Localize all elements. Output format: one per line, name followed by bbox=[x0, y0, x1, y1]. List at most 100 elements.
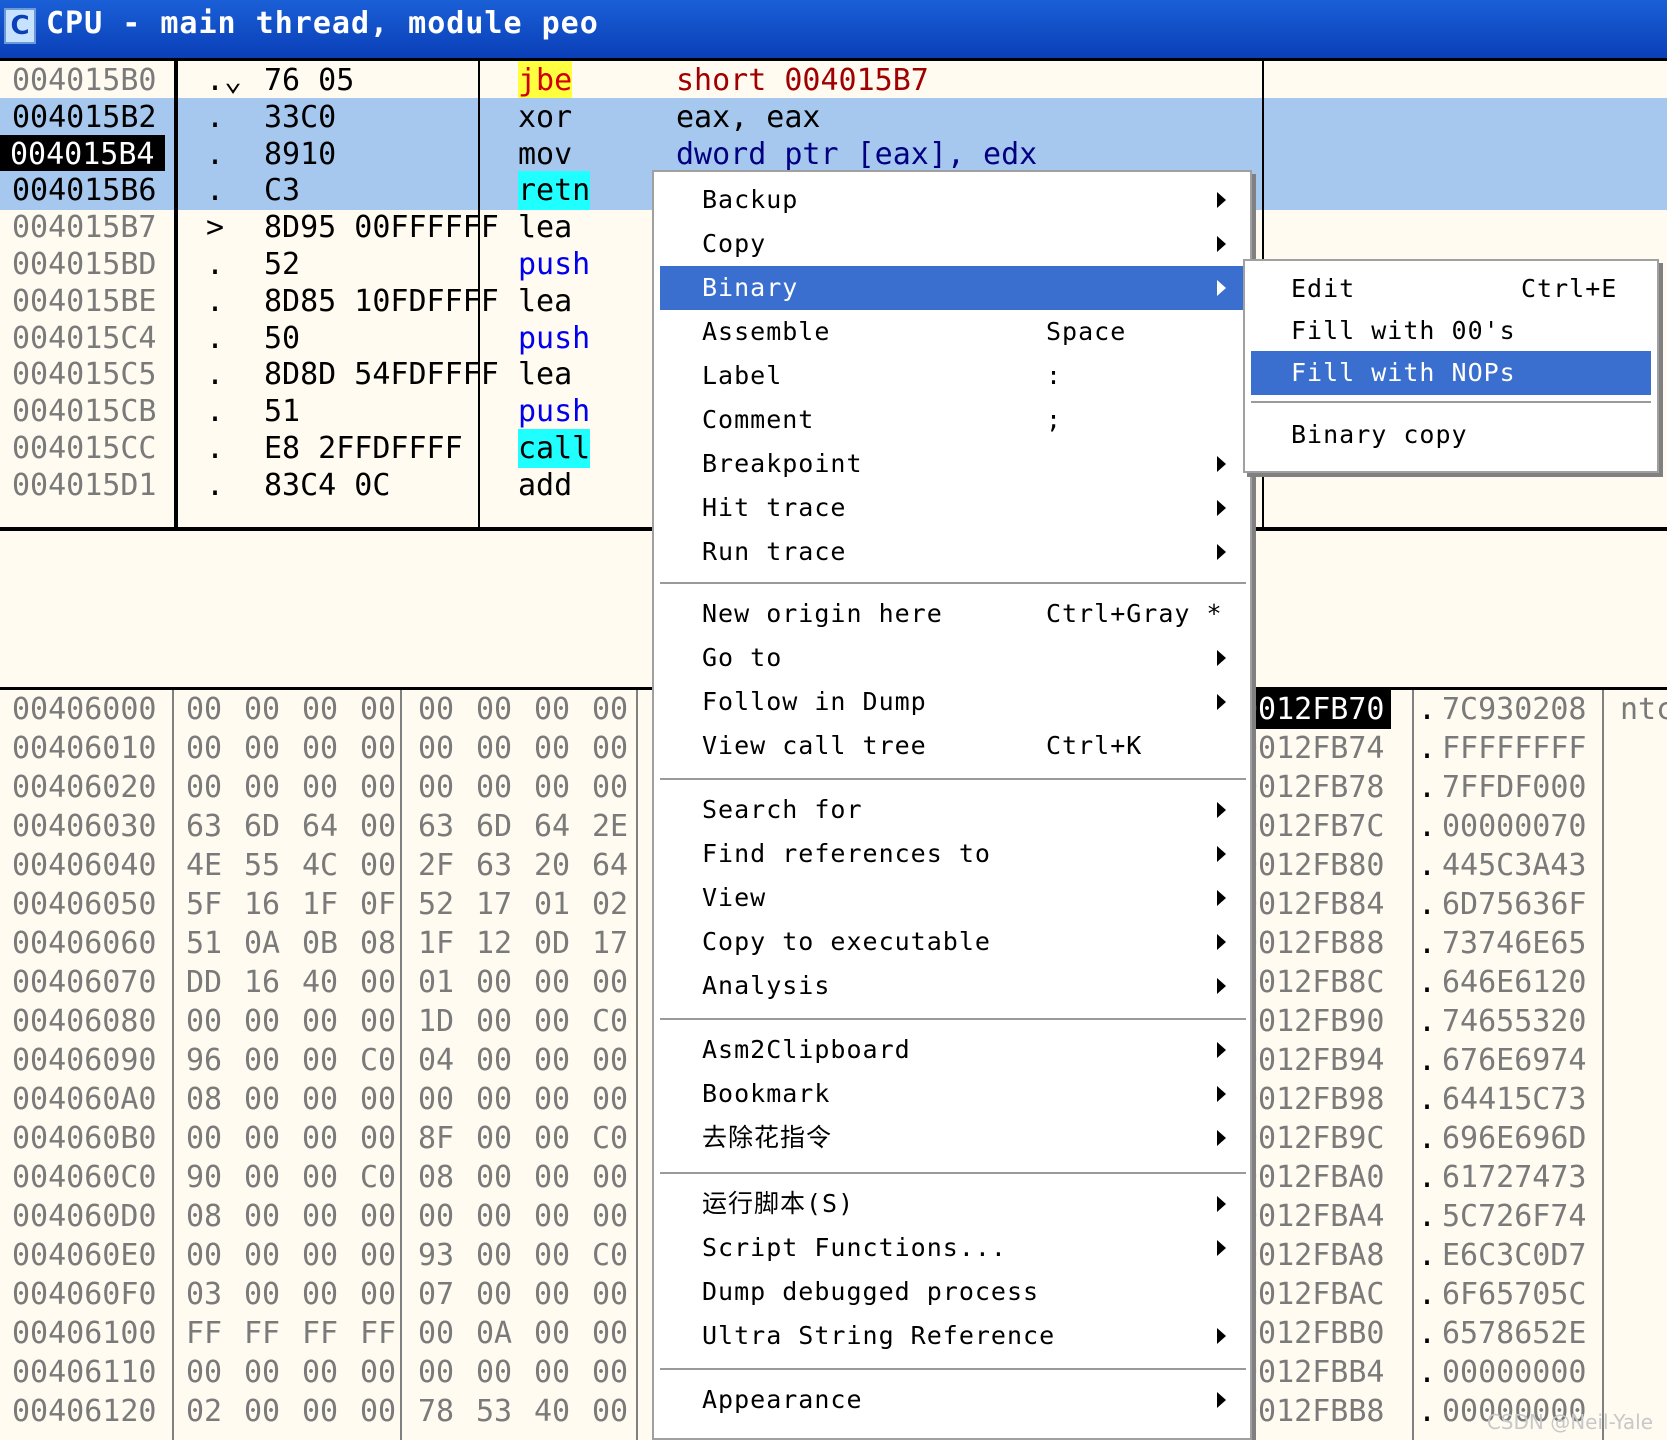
dump-byte: 01 bbox=[534, 887, 571, 922]
dump-row[interactable]: 00406050 5F 16 1F 0F 52 17 01 02 bbox=[0, 885, 650, 924]
menu-item-follow-in-dump[interactable]: Follow in Dump bbox=[660, 680, 1246, 724]
stack-value: 445C3A43 bbox=[1442, 848, 1587, 883]
menu-item-assemble[interactable]: Assemble Space bbox=[660, 310, 1246, 354]
menu-item-bookmark[interactable]: Bookmark bbox=[660, 1072, 1246, 1116]
stack-value: 6D75636F bbox=[1442, 887, 1587, 922]
dump-row[interactable]: 00406080 00 00 00 00 1D 00 00 C0 bbox=[0, 1002, 650, 1041]
menu-item-find-references-to[interactable]: Find references to bbox=[660, 832, 1246, 876]
dump-byte: 63 bbox=[418, 809, 455, 844]
dump-row[interactable]: 00406070 DD 16 40 00 01 00 00 00 bbox=[0, 963, 650, 1002]
dump-row[interactable]: 00406090 96 00 00 C0 04 00 00 00 bbox=[0, 1041, 650, 1080]
dump-row[interactable]: 00406010 00 00 00 00 00 00 00 00 bbox=[0, 729, 650, 768]
menu-item-backup[interactable]: Backup bbox=[660, 178, 1246, 222]
dump-row[interactable]: 00406060 51 0A 0B 08 1F 12 0D 17 bbox=[0, 924, 650, 963]
menu-item-asm2clipboard[interactable]: Asm2Clipboard bbox=[660, 1028, 1246, 1072]
menu-item-copy-to-executable[interactable]: Copy to executable bbox=[660, 920, 1246, 964]
menu-item-dump-debugged-process[interactable]: Dump debugged process bbox=[660, 1270, 1246, 1314]
menu-item-search-for[interactable]: Search for bbox=[660, 788, 1246, 832]
dump-byte: 00 bbox=[476, 1199, 513, 1234]
dump-address: 004060F0 bbox=[12, 1277, 157, 1312]
dump-byte: 00 bbox=[418, 692, 455, 727]
dump-row[interactable]: 00406000 00 00 00 00 00 00 00 00 bbox=[0, 690, 650, 729]
stack-value: 74655320 bbox=[1442, 1004, 1587, 1039]
menu-item-label: Analysis bbox=[702, 971, 831, 1000]
submenu-item-fill-with-nops[interactable]: Fill with NOPs bbox=[1251, 351, 1651, 395]
dump-byte: 00 bbox=[592, 1316, 629, 1351]
menu-item-copy[interactable]: Copy bbox=[660, 222, 1246, 266]
stack-dot: . bbox=[1418, 1082, 1437, 1117]
submenu-arrow-icon bbox=[1217, 1328, 1226, 1344]
dump-address: 00406070 bbox=[12, 965, 157, 1000]
menu-item-new-origin-here[interactable]: New origin here Ctrl+Gray * bbox=[660, 592, 1246, 636]
dump-row[interactable]: 00406020 00 00 00 00 00 00 00 00 bbox=[0, 768, 650, 807]
menu-item-label: Copy bbox=[702, 229, 767, 258]
stack-address: 0012FB80 bbox=[1240, 848, 1385, 883]
dump-row[interactable]: 004060A0 08 00 00 00 00 00 00 00 bbox=[0, 1080, 650, 1119]
dump-byte: 00 bbox=[244, 1238, 281, 1273]
menu-item-label: Go to bbox=[702, 643, 783, 672]
dump-byte: 0A bbox=[476, 1316, 513, 1351]
dump-row[interactable]: 004060E0 00 00 00 00 93 00 00 C0 bbox=[0, 1236, 650, 1275]
dump-row[interactable]: 004060D0 08 00 00 00 00 00 00 00 bbox=[0, 1197, 650, 1236]
menu-item-comment[interactable]: Comment; bbox=[660, 398, 1246, 442]
menu-item-appearance[interactable]: Appearance bbox=[660, 1378, 1246, 1422]
dump-byte: 1F bbox=[302, 887, 339, 922]
menu-item-analysis[interactable]: Analysis bbox=[660, 964, 1246, 1008]
dump-row[interactable]: 00406040 4E 55 4C 00 2F 63 20 64 bbox=[0, 846, 650, 885]
menu-item-shortcut: ; bbox=[1046, 405, 1063, 434]
dump-row[interactable]: 00406110 00 00 00 00 00 00 00 00 bbox=[0, 1353, 650, 1392]
submenu-item-binary-copy[interactable]: Binary copy bbox=[1251, 413, 1651, 457]
dump-byte: 02 bbox=[592, 887, 629, 922]
dump-byte: 64 bbox=[592, 848, 629, 883]
menu-item-view[interactable]: View bbox=[660, 876, 1246, 920]
menu-item-ultra-string-reference[interactable]: Ultra String Reference bbox=[660, 1314, 1246, 1358]
dump-byte: 40 bbox=[534, 1394, 571, 1429]
stack-address: 0012FBAC bbox=[1240, 1277, 1385, 1312]
dump-byte: 04 bbox=[418, 1043, 455, 1078]
dump-byte: 2E bbox=[592, 809, 629, 844]
dump-row[interactable]: 004060F0 03 00 00 00 07 00 00 00 bbox=[0, 1275, 650, 1314]
stack-address: 0012FBB0 bbox=[1240, 1316, 1385, 1351]
stack-address: 0012FB98 bbox=[1240, 1082, 1385, 1117]
dump-byte: 00 bbox=[534, 1004, 571, 1039]
menu-item-hit-trace[interactable]: Hit trace bbox=[660, 486, 1246, 530]
stack-address: 0012FB7C bbox=[1240, 809, 1385, 844]
dump-byte: 00 bbox=[418, 1199, 455, 1234]
dump-byte: 00 bbox=[244, 1355, 281, 1390]
stack-dot: . bbox=[1418, 1355, 1437, 1390]
dump-byte: 00 bbox=[244, 1394, 281, 1429]
dump-byte: 2F bbox=[418, 848, 455, 883]
disasm-row[interactable]: 004015B4. 8910 mov dword ptr [eax], edx bbox=[0, 134, 1667, 174]
title-bar[interactable]: C CPU - main thread, module peo bbox=[0, 0, 1667, 61]
menu-separator bbox=[660, 1368, 1246, 1371]
disasm-row[interactable]: 004015B0 .⌄ 76 05 jbe short 004015B7 bbox=[0, 61, 1667, 100]
menu-item-s[interactable]: 运行脚本(S) bbox=[660, 1182, 1246, 1226]
dump-byte: 00 bbox=[592, 1277, 629, 1312]
menu-item-breakpoint[interactable]: Breakpoint bbox=[660, 442, 1246, 486]
memory-dump-pane[interactable]: 00406000 00 00 00 00 00 00 00 00 00406010 00 00 00 00… bbox=[0, 690, 650, 1440]
menu-separator bbox=[660, 1172, 1246, 1175]
dump-byte: 00 bbox=[244, 1121, 281, 1156]
menu-item-binary[interactable]: Binary bbox=[660, 266, 1246, 310]
menu-item-label[interactable]: Label: bbox=[660, 354, 1246, 398]
dump-byte: 00 bbox=[476, 1121, 513, 1156]
dump-byte: 4C bbox=[302, 848, 339, 883]
menu-item-go-to[interactable]: Go to bbox=[660, 636, 1246, 680]
menu-item-view-call-tree[interactable]: View call tree Ctrl+K bbox=[660, 724, 1246, 768]
dump-row[interactable]: 00406100 FF FF FF FF 00 0A 00 00 bbox=[0, 1314, 650, 1353]
menu-item-item-20[interactable]: 去除花指令 bbox=[660, 1116, 1246, 1160]
dump-row[interactable]: 00406120 02 00 00 00 78 53 40 00 bbox=[0, 1392, 650, 1431]
menu-item-script-functions[interactable]: Script Functions... bbox=[660, 1226, 1246, 1270]
dump-byte: 00 bbox=[592, 731, 629, 766]
submenu-item-edit[interactable]: Edit Ctrl+E bbox=[1251, 267, 1651, 311]
dump-byte: 00 bbox=[360, 770, 397, 805]
dump-row[interactable]: 004060C0 90 00 00 C0 08 00 00 00 bbox=[0, 1158, 650, 1197]
menu-item-run-trace[interactable]: Run trace bbox=[660, 530, 1246, 574]
jump-marker: . bbox=[206, 136, 225, 172]
dump-row[interactable]: 004060B0 00 00 00 00 8F 00 00 C0 bbox=[0, 1119, 650, 1158]
submenu-arrow-icon bbox=[1217, 1240, 1226, 1256]
disasm-row[interactable]: 004015B2. 33C0 xor eax, eax bbox=[0, 97, 1667, 137]
submenu-arrow-icon bbox=[1217, 500, 1226, 516]
submenu-item-fill-with-00-s[interactable]: Fill with 00's bbox=[1251, 309, 1651, 353]
dump-row[interactable]: 00406030 63 6D 64 00 63 6D 64 2E bbox=[0, 807, 650, 846]
